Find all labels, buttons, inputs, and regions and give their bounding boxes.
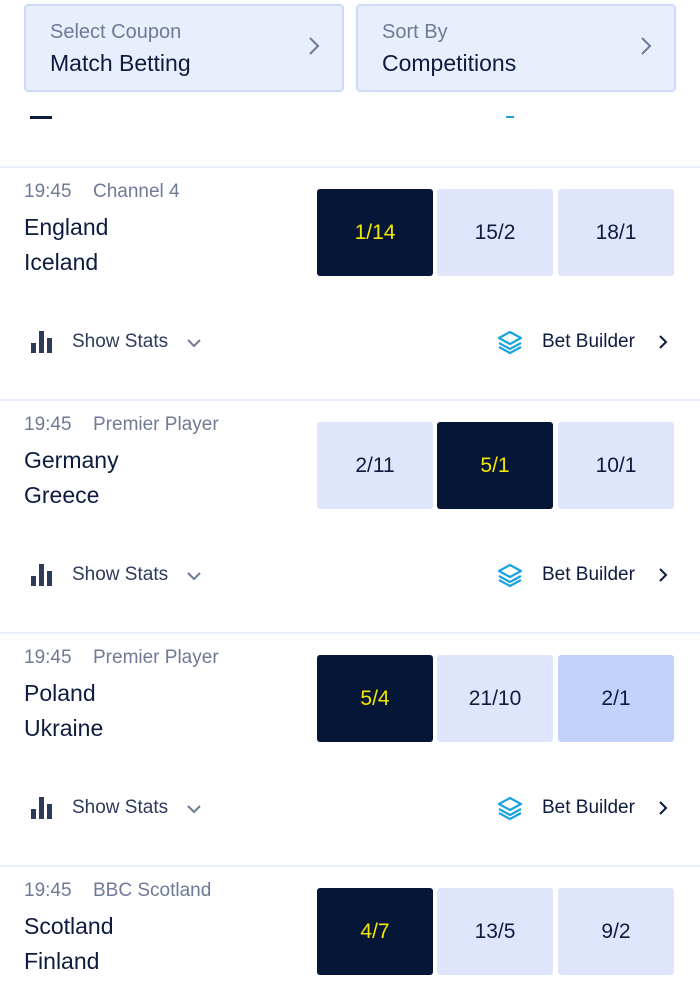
divider	[0, 166, 700, 168]
event-channel: Premier Player	[93, 647, 219, 668]
odds-button-away[interactable]: 9/2	[558, 888, 674, 975]
away-team: Ukraine	[24, 715, 104, 741]
chevron-down-icon	[187, 572, 201, 581]
bar-chart-icon	[31, 564, 52, 586]
home-team: Germany	[24, 447, 119, 473]
home-team: England	[24, 214, 109, 240]
chevron-down-icon	[187, 339, 201, 348]
divider	[0, 632, 700, 634]
select-coupon-label: Select Coupon	[50, 21, 182, 43]
odds-button-home[interactable]: 1/14	[317, 189, 433, 276]
bet-builder-label: Bet Builder	[542, 797, 635, 818]
event-time: 19:45	[24, 880, 72, 901]
chevron-down-icon	[187, 805, 201, 814]
divider	[0, 399, 700, 401]
event-channel: Channel 4	[93, 181, 180, 202]
layers-icon	[497, 563, 523, 588]
bar-chart-icon	[31, 331, 52, 353]
odds-button-away[interactable]: 10/1	[558, 422, 674, 509]
select-coupon-value: Match Betting	[50, 50, 191, 76]
odds-button-draw[interactable]: 21/10	[437, 655, 553, 742]
away-team: Iceland	[24, 249, 99, 275]
show-stats-label: Show Stats	[72, 564, 169, 585]
odds-button-draw[interactable]: 5/1	[437, 422, 553, 509]
bar-chart-icon	[31, 797, 52, 819]
partial-row-accent	[506, 116, 514, 118]
show-stats-label: Show Stats	[72, 331, 169, 352]
odds-button-home[interactable]: 2/11	[317, 422, 433, 509]
chevron-right-icon	[659, 335, 668, 349]
layers-icon	[497, 796, 523, 821]
chevron-right-icon	[659, 568, 668, 582]
event-time: 19:45	[24, 181, 72, 202]
odds-button-home[interactable]: 5/4	[317, 655, 433, 742]
odds-button-draw[interactable]: 13/5	[437, 888, 553, 975]
home-team: Scotland	[24, 913, 114, 939]
odds-button-away[interactable]: 2/1	[558, 655, 674, 742]
show-stats-label: Show Stats	[72, 797, 169, 818]
event-time: 19:45	[24, 414, 72, 435]
bet-builder-label: Bet Builder	[542, 564, 635, 585]
odds-button-home[interactable]: 4/7	[317, 888, 433, 975]
home-team: Poland	[24, 680, 96, 706]
chevron-right-icon	[659, 801, 668, 815]
event-time: 19:45	[24, 647, 72, 668]
bet-builder-label: Bet Builder	[542, 331, 635, 352]
partial-row-dash	[30, 116, 52, 119]
odds-button-draw[interactable]: 15/2	[437, 189, 553, 276]
divider	[0, 865, 700, 867]
chevron-right-icon	[309, 37, 320, 55]
sort-by-value: Competitions	[382, 50, 517, 76]
away-team: Greece	[24, 482, 100, 508]
odds-button-away[interactable]: 18/1	[558, 189, 674, 276]
away-team: Finland	[24, 948, 100, 974]
sort-by-label: Sort By	[382, 21, 448, 43]
layers-icon	[497, 330, 523, 355]
chevron-right-icon	[641, 37, 652, 55]
event-channel: Premier Player	[93, 414, 219, 435]
sort-by-button[interactable]: Sort By Competitions	[356, 4, 676, 92]
select-coupon-button[interactable]: Select Coupon Match Betting	[24, 4, 344, 92]
event-channel: BBC Scotland	[93, 880, 212, 901]
